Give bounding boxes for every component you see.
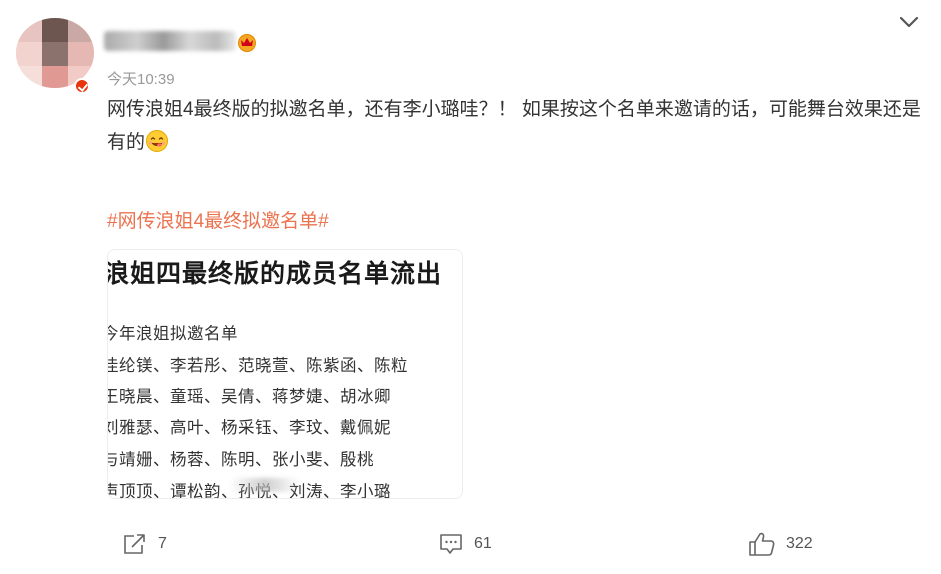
like-count: 322 (786, 535, 813, 552)
image-line: 今年浪姐拟邀名单 (107, 325, 238, 343)
post-timestamp[interactable]: 今天10:39 (107, 68, 175, 89)
crown-badge-icon (238, 34, 256, 52)
share-button[interactable]: 7 (122, 529, 167, 559)
chevron-down-icon[interactable] (898, 14, 920, 30)
share-count: 7 (158, 535, 167, 552)
post-text-body: 网传浪姐4最终版的拟邀名单，还有李小璐哇？！ 如果按这个名单来邀请的话，可能舞台… (107, 99, 921, 153)
post-text: 网传浪姐4最终版的拟邀名单，还有李小璐哇？！ 如果按这个名单来邀请的话，可能舞台… (107, 93, 927, 159)
username-blurred[interactable] (104, 31, 236, 51)
image-line: 佳纶镁、李若彤、范晓萱、陈紫函、陈粒 (107, 357, 408, 375)
image-watermark (230, 478, 300, 492)
yummy-face-emoji-icon (146, 130, 169, 152)
image-line: 王晓晨、童瑶、吴倩、蒋梦婕、胡冰卿 (107, 388, 391, 406)
share-icon (124, 534, 145, 554)
comment-button[interactable]: 61 (438, 529, 492, 559)
image-line: 刘雅瑟、高叶、杨采钰、李玟、戴佩妮 (107, 419, 391, 437)
post-image[interactable]: 浪姐四最终版的成员名单流出 今年浪姐拟邀名单 佳纶镁、李若彤、范晓萱、陈紫函、陈… (107, 249, 463, 499)
comment-count: 61 (474, 535, 492, 552)
image-title: 浪姐四最终版的成员名单流出 (107, 260, 443, 288)
image-line: 与靖姗、杨蓉、陈明、张小斐、殷桃 (107, 451, 374, 469)
like-button[interactable]: 322 (748, 529, 813, 559)
comment-icon (440, 534, 462, 554)
thumbs-up-icon (749, 532, 775, 556)
verified-badge-icon (74, 78, 90, 94)
topic-hashtag-link[interactable]: #网传浪姐4最终拟邀名单# (107, 206, 329, 233)
